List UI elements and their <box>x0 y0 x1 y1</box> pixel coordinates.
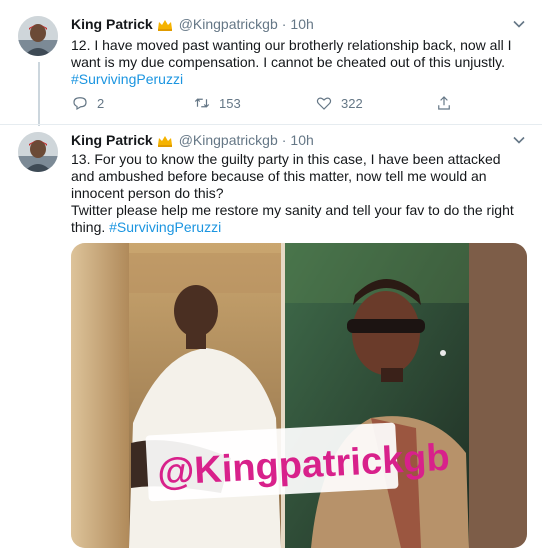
like-icon <box>316 97 332 110</box>
tweet-body: 13. For you to know the guilty party in … <box>71 151 501 201</box>
reply-count: 2 <box>97 95 105 111</box>
timestamp[interactable]: 10h <box>290 16 313 32</box>
share-icon <box>438 96 450 110</box>
retweet-button[interactable]: 153 <box>193 94 241 112</box>
tweet-media-photo[interactable]: @Kingpatrickgb <box>71 243 527 548</box>
like-button[interactable]: 322 <box>315 94 363 112</box>
retweet-count: 153 <box>219 95 241 111</box>
share-button[interactable] <box>435 94 453 112</box>
chevron-down-icon[interactable] <box>512 17 526 31</box>
tweet-header: King Patrick @Kingpatrickgb · 10h <box>71 14 314 34</box>
tweet-body: 12. I have moved past wanting our brothe… <box>71 37 512 70</box>
like-count: 322 <box>341 95 363 111</box>
reply-icon <box>73 97 87 111</box>
crown-icon <box>157 134 173 147</box>
tweet-actions: 2 153 322 <box>71 94 511 114</box>
crown-icon <box>157 18 173 31</box>
avatar[interactable] <box>18 132 58 172</box>
tweet-text: 12. I have moved past wanting our brothe… <box>71 37 526 88</box>
display-name[interactable]: King Patrick <box>71 132 153 148</box>
separator-dot: · <box>281 132 287 148</box>
hashtag-link[interactable]: #SurvivingPeruzzi <box>109 219 221 235</box>
tweet-body-continued: Twitter please help me restore my sanity… <box>71 202 526 236</box>
retweet-icon <box>194 98 210 108</box>
timestamp[interactable]: 10h <box>290 132 313 148</box>
chevron-down-icon[interactable] <box>512 133 526 147</box>
tweet-header: King Patrick @Kingpatrickgb · 10h <box>71 130 314 150</box>
user-handle[interactable]: @Kingpatrickgb <box>179 132 278 148</box>
tweet-13[interactable]: King Patrick @Kingpatrickgb · 10h 13. Fo… <box>0 125 542 548</box>
user-handle[interactable]: @Kingpatrickgb <box>179 16 278 32</box>
photo-collage: @Kingpatrickgb <box>71 243 527 548</box>
reply-button[interactable]: 2 <box>71 94 104 112</box>
tweet-12[interactable]: King Patrick @Kingpatrickgb · 10h 12. I … <box>0 0 542 124</box>
tweet-text: 13. For you to know the guilty party in … <box>71 151 526 236</box>
avatar[interactable] <box>18 16 58 56</box>
hashtag-link[interactable]: #SurvivingPeruzzi <box>71 71 526 88</box>
separator-dot: · <box>281 16 287 32</box>
display-name[interactable]: King Patrick <box>71 16 153 32</box>
